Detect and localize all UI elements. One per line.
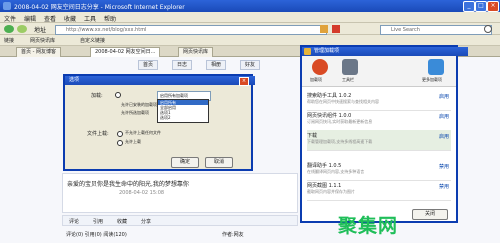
panel-title: 管理加载项: [302, 47, 468, 56]
menu-help[interactable]: 帮助: [104, 14, 116, 23]
article-title: 亲爱的宝贝你是我生命中的阳光,我的梦想靠你: [67, 181, 189, 188]
browser-title-bar: 2008-04-02 网友空间日志分享 - Microsoft Internet…: [0, 0, 500, 12]
dialog-ok-button[interactable]: 确定: [171, 157, 199, 168]
addon-desc: 在线翻译网页内容,支持多种语言: [307, 169, 365, 174]
article-date: 2008-04-02 15:08: [119, 190, 165, 196]
addons-icon[interactable]: [312, 59, 328, 75]
dialog-close-icon[interactable]: ×: [239, 77, 249, 86]
address-bar: 地址 http://www.xx.net/blog/xxx.html Live …: [0, 23, 500, 35]
toolbar-favorite[interactable]: 收藏: [117, 218, 127, 225]
minimize-button[interactable]: _: [463, 1, 475, 12]
toolbar-comment[interactable]: 评论: [69, 218, 79, 225]
addon-item-selected[interactable]: 下载 下载管理加载项,支持多线程高速下载 启用: [307, 130, 451, 151]
addon-option-a[interactable]: 允许已安装的加载项: [121, 102, 157, 108]
addon-action-link[interactable]: 启用: [439, 113, 449, 120]
article-section: 亲爱的宝贝你是我生命中的阳光,我的梦想靠你 2008-04-02 15:08: [62, 173, 298, 213]
address-label: 地址: [34, 27, 47, 34]
upload-radio-1[interactable]: [117, 131, 123, 137]
toolbar-label[interactable]: 工具栏: [342, 77, 354, 83]
toolbar-quote[interactable]: 引用: [93, 218, 103, 225]
article-toolbar: 评论 引用 收藏 分享: [62, 215, 298, 226]
menu-file[interactable]: 文件: [4, 14, 16, 23]
menu-bar: 文件 编辑 查看 收藏 工具 帮助: [0, 12, 500, 23]
page-tab-blog[interactable]: 日志: [172, 60, 193, 70]
addons-label[interactable]: 加载项: [310, 77, 322, 83]
addon-desc: 下载管理加载项,支持多线程高速下载: [307, 139, 373, 144]
addon-option-b[interactable]: 允许所选加载项: [121, 110, 149, 116]
page-tab-album[interactable]: 相册: [206, 60, 227, 70]
article-footer: 评论(0) 引用(0) 阅读(120) 作者:网友: [62, 229, 298, 240]
footer-author: 作者:网友: [222, 232, 244, 238]
stop-icon[interactable]: [332, 25, 340, 33]
dropdown-option-3[interactable]: 选项2: [158, 115, 208, 120]
addon-radio[interactable]: [115, 92, 121, 98]
upload-option-1[interactable]: 不允许上载任何文件: [125, 130, 161, 136]
addon-name: 翻译助手 1.0.5: [307, 163, 342, 169]
addons-panel: 管理加载项 加载项 工具栏 更多加载项 搜索助手工具 1.0.2 帮助您在网页中…: [300, 45, 468, 223]
address-input[interactable]: http://www.xx.net/blog/xxx.html: [55, 25, 327, 35]
links-label[interactable]: 链接: [4, 37, 14, 44]
addon-action-link[interactable]: 禁用: [439, 163, 449, 170]
menu-tools[interactable]: 工具: [84, 14, 96, 23]
addon-name: 下载: [307, 133, 318, 139]
menu-view[interactable]: 查看: [44, 14, 56, 23]
search-icon[interactable]: [484, 25, 492, 33]
watermark-logo: 聚集网: [338, 215, 399, 237]
addon-name: 网页快讯组件 1.0.0: [307, 113, 352, 119]
more-addons-icon[interactable]: [428, 59, 444, 75]
addon-item[interactable]: 搜索助手工具 1.0.2 帮助您在网页中快速搜索与查找相关内容 启用: [307, 90, 451, 111]
addon-name: 搜索助手工具 1.0.2: [307, 93, 352, 99]
search-input[interactable]: Live Search: [380, 25, 492, 35]
toolbar-share[interactable]: 分享: [141, 218, 151, 225]
window-title: 2008-04-02 网友空间日志分享 - Microsoft Internet…: [14, 4, 185, 11]
addon-dropdown-list[interactable]: 启用所有 全部启用 选项1 选项2: [157, 99, 209, 123]
page-tab-home[interactable]: 首页: [138, 60, 159, 70]
addon-desc: 帮助您在网页中快速搜索与查找相关内容: [307, 99, 379, 104]
dialog-cancel-button[interactable]: 取消: [205, 157, 233, 168]
addon-action-link[interactable]: 禁用: [439, 183, 449, 190]
menu-edit[interactable]: 编辑: [24, 14, 36, 23]
footer-stats: 评论(0) 引用(0) 阅读(120): [66, 232, 127, 238]
toolbar-icon[interactable]: [342, 59, 358, 75]
menu-favorites[interactable]: 收藏: [64, 14, 76, 23]
panel-app-icon: [304, 48, 311, 55]
back-icon[interactable]: [4, 25, 14, 33]
upload-label: 文件上载:: [87, 131, 109, 137]
addon-item[interactable]: 网页截图 1.1.1 截取网页内容并保存为图片 禁用: [307, 180, 451, 201]
addon-action-link[interactable]: 启用: [439, 93, 449, 100]
options-dialog: 选项 × 加载: 启用所有加载项 启用所有 全部启用 选项1 选项2 允许已安装…: [63, 74, 255, 171]
panel-icon-row: 加载项 工具栏 更多加载项: [302, 56, 456, 87]
page-tab-friends[interactable]: 好友: [240, 60, 261, 70]
panel-close-button[interactable]: 关闭: [412, 209, 448, 220]
link-webslice[interactable]: 网页快讯库: [30, 37, 55, 44]
more-addons-label[interactable]: 更多加载项: [422, 77, 442, 83]
addon-label: 加载:: [91, 93, 103, 99]
dialog-title: 选项: [65, 76, 255, 85]
addon-desc: 订阅网页快讯,实时获取最新更新信息: [307, 119, 373, 124]
maximize-button[interactable]: □: [475, 1, 487, 12]
addon-desc: 截取网页内容并保存为图片: [307, 189, 355, 194]
addon-item[interactable]: 翻译助手 1.0.5 在线翻译网页内容,支持多种语言 禁用: [307, 160, 451, 181]
link-custom[interactable]: 自定义链接: [80, 37, 105, 44]
upload-option-2[interactable]: 允许上载: [125, 139, 141, 145]
ie-icon: [3, 2, 11, 10]
addon-item[interactable]: 网页快讯组件 1.0.0 订阅网页快讯,实时获取最新更新信息 启用: [307, 110, 451, 131]
forward-icon[interactable]: [17, 25, 27, 33]
upload-radio-2[interactable]: [117, 140, 123, 146]
addon-action-link[interactable]: 启用: [439, 133, 449, 140]
addon-name: 网页截图 1.1.1: [307, 183, 342, 189]
refresh-icon[interactable]: [320, 25, 328, 33]
close-button[interactable]: ×: [487, 1, 499, 12]
